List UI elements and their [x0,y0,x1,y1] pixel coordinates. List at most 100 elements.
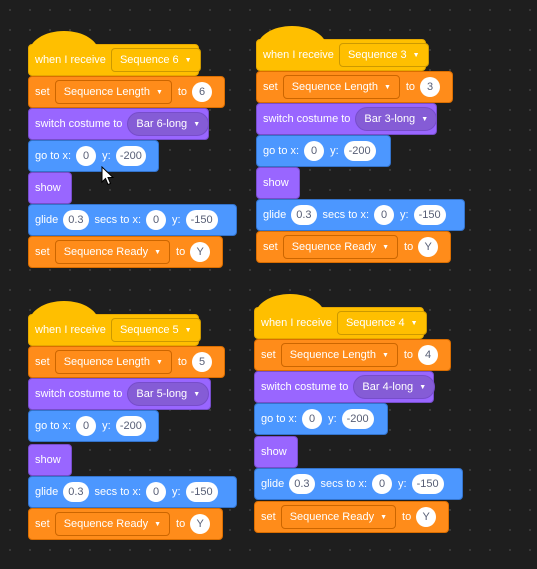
y-input[interactable]: -150 [413,205,446,225]
value-input[interactable]: 5 [192,352,213,372]
y-input[interactable]: -200 [343,141,376,161]
go-to-xy-block[interactable]: go to x: 0 y: -200 [28,410,159,442]
show-block[interactable]: show [28,172,72,204]
costume-dropdown[interactable]: Bar 3-long ▼ [355,107,438,131]
value-input[interactable]: Y [190,242,211,262]
when-i-receive-label: when I receive [263,49,334,61]
dropdown-caret-icon: ▼ [155,88,163,96]
variable-value: Sequence Ready [63,518,149,530]
show-block[interactable]: show [256,167,300,199]
glide-block[interactable]: glide 0.3 secs to x: 0 y: -150 [254,468,463,500]
variable-dropdown[interactable]: Sequence Ready ▼ [54,240,171,264]
show-block[interactable]: show [254,436,298,468]
go-to-xy-block[interactable]: go to x: 0 y: -200 [254,403,388,435]
costume-dropdown[interactable]: Bar 4-long ▼ [353,375,436,399]
y-label: y: [330,145,339,157]
set-ready-block[interactable]: set Sequence Ready ▼ to Y [254,501,449,533]
x-input[interactable]: 0 [372,474,393,494]
x-input[interactable]: 0 [146,210,167,230]
glide-label: glide [261,478,285,490]
y-input[interactable]: -150 [185,210,218,230]
message-dropdown[interactable]: Sequence 6 ▼ [110,48,201,72]
to-label: to [404,241,414,253]
set-variable-block[interactable]: set Sequence Length ▼ to 5 [28,346,225,378]
message-value: Sequence 3 [347,49,407,61]
x-input[interactable]: 0 [76,416,97,436]
y-input[interactable]: -150 [411,474,444,494]
secs-to-x-label: secs to x: [320,478,368,490]
switch-costume-block[interactable]: switch costume to Bar 6-long ▼ [28,108,210,140]
variable-dropdown[interactable]: Sequence Length ▼ [54,80,172,104]
variable-dropdown[interactable]: Sequence Length ▼ [280,343,398,367]
set-variable-block[interactable]: set Sequence Length ▼ to 6 [28,76,225,108]
y-input[interactable]: -200 [115,146,146,166]
variable-dropdown[interactable]: Sequence Ready ▼ [54,512,171,536]
value-input[interactable]: 3 [420,77,441,97]
secs-to-x-label: secs to x: [94,214,142,226]
go-to-xy-block[interactable]: go to x: 0 y: -200 [28,140,159,172]
go-to-x-label: go to x: [35,420,72,432]
y-input[interactable]: -200 [341,409,374,429]
when-i-receive-block[interactable]: when I receive Sequence 3 ▼ [256,26,429,71]
glide-block[interactable]: glide 0.3 secs to x: 0 y: -150 [28,204,237,236]
to-label: to [177,86,188,98]
when-i-receive-block[interactable]: when I receive Sequence 4 ▼ [254,294,427,339]
secs-to-x-label: secs to x: [322,209,370,221]
when-i-receive-block[interactable]: when I receive Sequence 6 ▼ [28,31,201,76]
variable-value: Sequence Length [289,349,376,361]
glide-label: glide [35,214,59,226]
glide-block[interactable]: glide 0.3 secs to x: 0 y: -150 [256,199,465,231]
x-input[interactable]: 0 [76,146,97,166]
glide-block[interactable]: glide 0.3 secs to x: 0 y: -150 [28,476,237,508]
message-dropdown[interactable]: Sequence 3 ▼ [338,43,429,67]
secs-input[interactable]: 0.3 [63,210,89,230]
switch-costume-label: switch costume to [263,113,351,125]
x-input[interactable]: 0 [146,482,167,502]
go-to-xy-block[interactable]: go to x: 0 y: -200 [256,135,391,167]
secs-input[interactable]: 0.3 [291,205,317,225]
y-input[interactable]: -200 [115,416,146,436]
variable-dropdown[interactable]: Sequence Length ▼ [282,75,400,99]
switch-costume-block[interactable]: switch costume to Bar 5-long ▼ [28,378,211,410]
y-label: y: [172,486,181,498]
when-i-receive-block[interactable]: when I receive Sequence 5 ▼ [28,301,201,346]
show-block[interactable]: show [28,444,72,476]
set-variable-block[interactable]: set Sequence Length ▼ to 4 [254,339,451,371]
to-label: to [405,81,416,93]
variable-dropdown[interactable]: Sequence Length ▼ [54,350,172,374]
message-value: Sequence 5 [119,324,179,336]
value-input[interactable]: 6 [192,82,213,102]
dropdown-caret-icon: ▼ [381,351,389,359]
costume-value: Bar 4-long [362,381,414,393]
set-label: set [35,86,50,98]
variable-value: Sequence Ready [63,246,149,258]
value-input[interactable]: Y [190,514,211,534]
value-input[interactable]: Y [416,507,437,527]
x-input[interactable]: 0 [374,205,395,225]
value-input[interactable]: Y [418,237,439,257]
set-label: set [261,511,276,523]
y-input[interactable]: -150 [185,482,218,502]
x-input[interactable]: 0 [304,141,325,161]
when-i-receive-label: when I receive [261,317,332,329]
switch-costume-label: switch costume to [35,118,123,130]
to-label: to [176,518,186,530]
secs-input[interactable]: 0.3 [289,474,315,494]
set-ready-block[interactable]: set Sequence Ready ▼ to Y [256,231,451,263]
costume-dropdown[interactable]: Bar 5-long ▼ [127,382,210,406]
secs-input[interactable]: 0.3 [63,482,89,502]
costume-dropdown[interactable]: Bar 6-long ▼ [127,112,210,136]
message-dropdown[interactable]: Sequence 4 ▼ [336,311,427,335]
set-ready-block[interactable]: set Sequence Ready ▼ to Y [28,508,223,540]
dropdown-caret-icon: ▼ [184,326,192,334]
variable-value: Sequence Length [291,81,378,93]
switch-costume-block[interactable]: switch costume to Bar 4-long ▼ [254,371,436,403]
set-ready-block[interactable]: set Sequence Ready ▼ to Y [28,236,223,268]
variable-dropdown[interactable]: Sequence Ready ▼ [280,505,397,529]
value-input[interactable]: 4 [418,345,439,365]
switch-costume-block[interactable]: switch costume to Bar 3-long ▼ [256,103,438,135]
message-dropdown[interactable]: Sequence 5 ▼ [110,318,201,342]
variable-dropdown[interactable]: Sequence Ready ▼ [282,235,399,259]
x-input[interactable]: 0 [302,409,323,429]
set-variable-block[interactable]: set Sequence Length ▼ to 3 [256,71,453,103]
